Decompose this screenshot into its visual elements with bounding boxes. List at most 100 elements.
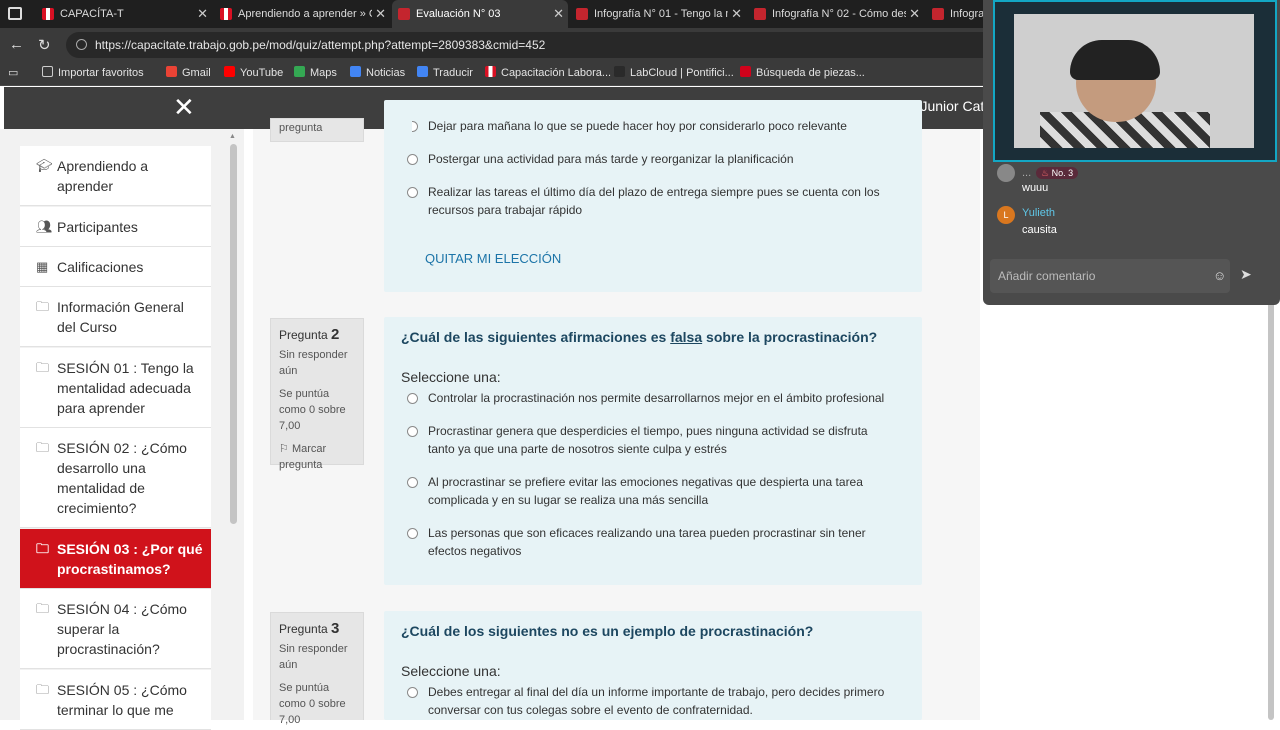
question-2-option-b[interactable]: Procrastinar genera que desperdicies el … — [407, 423, 892, 458]
translate-icon — [417, 66, 428, 77]
table-icon: ▦ — [36, 259, 49, 274]
add-comment-input[interactable]: Añadir comentario — [990, 259, 1230, 293]
tab-title: Evaluación N° 03 — [416, 8, 501, 20]
question-score: Se puntúa como 0 sobre 7,00 — [279, 388, 346, 432]
back-arrow-icon[interactable]: ← — [9, 36, 24, 53]
pdf-icon — [754, 8, 766, 20]
clear-choice-link[interactable]: QUITAR MI ELECCIÓN — [425, 251, 561, 266]
question-2-title: ¿Cuál de las siguientes afirmaciones es … — [401, 329, 877, 345]
tab-aprendiendo[interactable]: Aprendiendo a aprender » C ✕ — [214, 0, 390, 28]
bookmark-busqueda[interactable]: Búsqueda de piezas... — [740, 62, 865, 86]
sidebar-item-label: Aprendiendo a aprender — [57, 158, 149, 194]
question-2-option-d[interactable]: Las personas que son eficaces realizando… — [407, 525, 892, 560]
radio-button[interactable] — [407, 393, 418, 404]
sidebar-item-sesion-01[interactable]: 🗀 SESIÓN 01 : Tengo la mentalidad adecua… — [20, 348, 211, 428]
reload-icon[interactable]: ↻ — [38, 36, 51, 54]
radio-button[interactable] — [412, 121, 418, 132]
tab-evaluacion[interactable]: Evaluación N° 03 ✕ — [392, 0, 568, 28]
sidebar-item-sesion-04[interactable]: 🗀 SESIÓN 04 : ¿Cómo superar la procrasti… — [20, 589, 211, 669]
tab-close-icon[interactable]: ✕ — [909, 0, 920, 28]
flag-question-link[interactable]: ⚐ Marcar pregunta — [279, 441, 355, 473]
commenter-avatar: L — [997, 206, 1015, 224]
tab-close-icon[interactable]: ✕ — [375, 0, 386, 28]
radio-button[interactable] — [407, 187, 418, 198]
comment-placeholder: Añadir comentario — [998, 269, 1096, 283]
sidebar-item-course-home[interactable]: 🎓︎ Aprendiendo a aprender — [20, 146, 211, 206]
sidebar-item-sesion-02[interactable]: 🗀 SESIÓN 02 : ¿Cómo desarrollo una menta… — [20, 428, 211, 528]
question-1-option-b[interactable]: Postergar una actividad para más tarde y… — [407, 151, 892, 169]
question-1-flag-label: pregunta — [279, 122, 323, 134]
badge-label: No. 3 — [1051, 168, 1074, 178]
labcloud-icon — [614, 66, 625, 77]
tab-close-icon[interactable]: ✕ — [731, 0, 742, 28]
question-2-option-a[interactable]: Controlar la procrastinación nos permite… — [407, 390, 892, 408]
radio-button[interactable] — [407, 528, 418, 539]
bookmark-label: Gmail — [182, 67, 211, 79]
bookmark-traducir[interactable]: Traducir — [417, 62, 473, 86]
bookmark-gmail[interactable]: Gmail — [166, 62, 211, 86]
tab-close-icon[interactable]: ✕ — [197, 0, 208, 28]
bookmark-label: LabCloud | Pontifici... — [630, 67, 734, 79]
sidebar-item-label: Participantes — [57, 219, 138, 235]
sidebar-item-sesion-03[interactable]: 🗀 SESIÓN 03 : ¿Por qué procrastinamos? — [20, 529, 211, 589]
question-3-option-a[interactable]: Debes entregar al final del día un infor… — [407, 684, 892, 719]
page-scrollbar[interactable] — [1268, 250, 1274, 720]
sidebar-item-grades[interactable]: ▦ Calificaciones — [20, 247, 211, 287]
site-info-icon[interactable] — [76, 39, 87, 50]
bookmarks-panel-icon[interactable]: ▭ — [8, 62, 18, 86]
window-menu-icon[interactable] — [8, 7, 22, 20]
flag-icon: ⚐ — [279, 443, 289, 455]
question-1-option-c[interactable]: Realizar las tareas el último día del pl… — [407, 184, 892, 219]
youtube-icon — [224, 66, 235, 77]
option-label: Las personas que son eficaces realizando… — [428, 526, 866, 558]
question-2-option-c[interactable]: Al procrastinar se prefiere evitar las e… — [407, 474, 892, 509]
sidebar-item-label: SESIÓN 05 : ¿Cómo terminar lo que me — [57, 682, 187, 718]
bookmark-noticias[interactable]: Noticias — [350, 62, 405, 86]
bookmark-importar[interactable]: Importar favoritos — [42, 62, 144, 86]
question-number: 3 — [331, 620, 340, 637]
question-1-info: pregunta — [270, 118, 364, 142]
tab-capacitat[interactable]: CAPACÍTA-T ✕ — [36, 0, 212, 28]
radio-button[interactable] — [407, 687, 418, 698]
tab-infografia-01[interactable]: Infografía N° 01 - Tengo la m ✕ — [570, 0, 746, 28]
tab-title: CAPACÍTA-T — [60, 8, 124, 20]
option-label: Postergar una actividad para más tarde y… — [428, 152, 794, 166]
send-icon[interactable]: ➤ — [1240, 266, 1252, 283]
bookmark-label: Traducir — [433, 67, 473, 79]
sidebar-item-sesion-05[interactable]: 🗀 SESIÓN 05 : ¿Cómo terminar lo que me — [20, 670, 211, 730]
radio-button[interactable] — [407, 477, 418, 488]
tab-close-icon[interactable]: ✕ — [553, 0, 564, 28]
bookmark-capacitacion[interactable]: Capacitación Labora... — [485, 62, 611, 86]
sidebar-item-label: SESIÓN 02 : ¿Cómo desarrollo una mentali… — [57, 440, 187, 516]
tab-title: Infografía N° 02 - Cómo des — [772, 8, 906, 20]
users-icon: 👥︎ — [36, 219, 53, 234]
emoji-icon[interactable]: ☺ — [1213, 268, 1226, 283]
bookmark-label: YouTube — [240, 67, 284, 79]
sidebar-item-participants[interactable]: 👥︎ Participantes — [20, 207, 211, 247]
bookmark-labcloud[interactable]: LabCloud | Pontifici... — [614, 62, 734, 86]
tab-infografia-03[interactable]: Infografía — [926, 0, 986, 28]
tab-infografia-02[interactable]: Infografía N° 02 - Cómo des ✕ — [748, 0, 924, 28]
radio-button[interactable] — [407, 426, 418, 437]
close-drawer-icon[interactable]: ✕ — [173, 92, 195, 122]
bookmark-maps[interactable]: Maps — [294, 62, 337, 86]
radio-button[interactable] — [407, 154, 418, 165]
question-2-box: ¿Cuál de las siguientes afirmaciones es … — [384, 317, 922, 585]
folder-icon — [42, 66, 53, 77]
question-number: 2 — [331, 326, 340, 343]
url-field[interactable]: https://capacitate.trabajo.gob.pe/mod/qu… — [66, 32, 996, 58]
bookmark-youtube[interactable]: YouTube — [224, 62, 283, 86]
question-1-option-cut[interactable]: Dejar para mañana lo que se puede hacer … — [412, 118, 892, 132]
sidebar-item-label: SESIÓN 04 : ¿Cómo superar la procrastina… — [57, 601, 187, 657]
pdf-icon — [576, 8, 588, 20]
sidebar-scrollbar[interactable] — [230, 144, 237, 524]
title-text: ¿Cuál de las siguientes afirmaciones es — [401, 329, 667, 345]
sidebar-item-label: SESIÓN 01 : Tengo la mentalidad adecuada… — [57, 360, 194, 416]
sidebar-item-label: Calificaciones — [57, 259, 144, 275]
sidebar-item-info-general[interactable]: 🗀 Información General del Curso — [20, 287, 211, 347]
gmail-icon — [166, 66, 177, 77]
commenter-name: ... — [1022, 167, 1032, 179]
tab-title: Aprendiendo a aprender » C — [238, 8, 372, 20]
tab-title: Infografía — [950, 8, 986, 20]
scroll-up-arrow-icon[interactable]: ▲ — [229, 133, 236, 140]
